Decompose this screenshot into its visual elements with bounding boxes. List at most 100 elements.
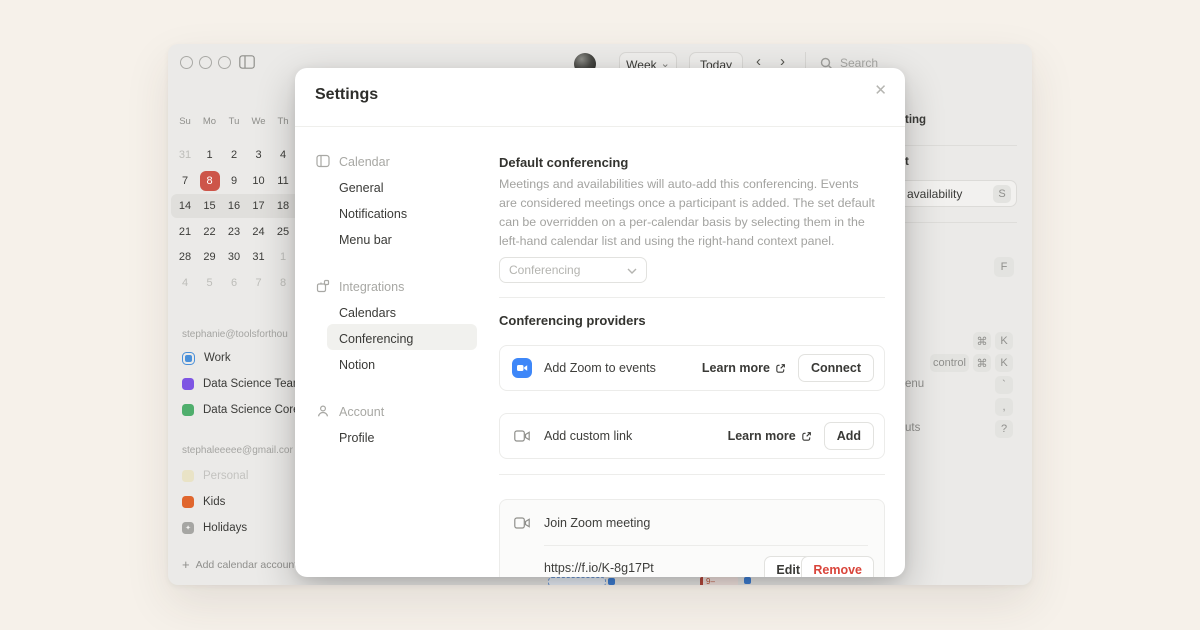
add-calendar-account-button[interactable]: + Add calendar account [182, 559, 297, 571]
calendar-day[interactable]: 4 [271, 145, 295, 165]
close-window-button[interactable] [180, 56, 193, 69]
provider-card-custom-link: Add custom link Learn more Add [499, 413, 885, 459]
providers-heading: Conferencing providers [499, 313, 646, 328]
backtick-key: ` [995, 376, 1013, 394]
nav-item-conferencing[interactable]: Conferencing [339, 332, 413, 346]
provider-card-zoom: Add Zoom to events Learn more Connect [499, 345, 885, 391]
calendar-list-item-core[interactable]: Data Science Core [182, 402, 300, 418]
provider-label: Join Zoom meeting [544, 516, 874, 530]
calendar-name: Kids [203, 496, 225, 508]
conferencing-select-placeholder: Conferencing [509, 263, 627, 277]
calendar-day[interactable]: 24 [247, 222, 271, 242]
minimize-window-button[interactable] [199, 56, 212, 69]
question-key: ? [995, 420, 1013, 438]
external-link-icon [801, 431, 812, 442]
calendar-list-item-holidays[interactable]: ✦ Holidays [182, 520, 247, 536]
panel-subheading-fragment: t [905, 156, 909, 168]
calendar-day[interactable]: 1 [198, 145, 222, 165]
calendar-day[interactable]: 6 [222, 273, 246, 293]
remove-button[interactable]: Remove [801, 556, 874, 577]
calendar-day[interactable]: 7 [173, 171, 197, 191]
learn-more-link[interactable]: Learn more [702, 361, 786, 375]
availability-row[interactable]: availability S [894, 180, 1017, 207]
shortcut-row: ` [995, 376, 1013, 394]
close-icon[interactable]: ✕ [874, 81, 887, 99]
account-email: stephanie@toolsforthou [182, 329, 298, 340]
calendar-day[interactable]: 5 [198, 273, 222, 293]
calendar-day[interactable]: 4 [173, 273, 197, 293]
shortcut-key-s: S [993, 185, 1011, 203]
conferencing-select[interactable]: Conferencing [499, 257, 647, 283]
kids-calendar-checkbox[interactable] [182, 496, 194, 508]
calendar-day[interactable]: 11 [271, 171, 295, 191]
calendar-day[interactable]: 30 [222, 247, 246, 267]
calendar-day[interactable]: 1 [271, 247, 295, 267]
provider-label: Add Zoom to events [544, 361, 690, 375]
calendar-day[interactable]: 9 [222, 171, 246, 191]
nav-item-notion[interactable]: Notion [339, 358, 375, 372]
shortcut-row: , [995, 398, 1013, 416]
core-calendar-checkbox[interactable] [182, 404, 194, 416]
event-icon-fragment [608, 578, 615, 585]
sidebar-toggle-icon[interactable] [239, 55, 255, 74]
nav-item-general[interactable]: General [339, 181, 383, 195]
availability-slot-fragment [548, 577, 606, 585]
add-button[interactable]: Add [824, 422, 874, 450]
k-key: K [995, 332, 1013, 350]
calendar-day[interactable]: 7 [247, 273, 271, 293]
calendar-app-window: Su Mo Tu We Th 31 1 2 3 4 7 8 9 10 11 14 [168, 44, 1032, 585]
calendar-day[interactable]: 21 [173, 222, 197, 242]
learn-more-link[interactable]: Learn more [728, 429, 812, 443]
calendar-day[interactable]: 28 [173, 247, 197, 267]
calendar-list-item-personal[interactable]: Personal [182, 468, 248, 484]
comma-key: , [995, 398, 1013, 416]
holidays-calendar-icon[interactable]: ✦ [182, 522, 194, 534]
person-icon [316, 404, 330, 418]
event-icon-fragment [744, 577, 751, 584]
calendar-day[interactable]: 8 [271, 273, 295, 293]
card-inner-divider [544, 545, 868, 546]
calendar-day[interactable]: 17 [247, 196, 271, 216]
connect-button[interactable]: Connect [798, 354, 874, 382]
modal-title: Settings [315, 86, 378, 104]
calendar-day[interactable]: 15 [198, 196, 222, 216]
shortcut-key-f: F [994, 257, 1014, 277]
calendar-day[interactable]: 16 [222, 196, 246, 216]
calendar-day[interactable]: 2 [222, 145, 246, 165]
calendar-day-today[interactable]: 8 [198, 171, 222, 191]
calendar-list-item-kids[interactable]: Kids [182, 494, 225, 510]
personal-calendar-checkbox[interactable] [182, 470, 194, 482]
nav-item-notifications[interactable]: Notifications [339, 207, 407, 221]
calendar-name: Data Science Core [203, 404, 300, 416]
calendar-day[interactable]: 18 [271, 196, 295, 216]
nav-item-menu-bar[interactable]: Menu bar [339, 233, 392, 247]
shortcut-row: control ⌘ K [930, 354, 1013, 372]
calendar-list-item-team[interactable]: Data Science Team [182, 376, 303, 392]
shortcut-label-fragment: uts [905, 422, 920, 434]
calendar-day[interactable]: 3 [247, 145, 271, 165]
calendar-day[interactable]: 29 [198, 247, 222, 267]
nav-item-profile[interactable]: Profile [339, 431, 374, 445]
calendar-day[interactable]: 25 [271, 222, 295, 242]
calendar-day[interactable]: 10 [247, 171, 271, 191]
command-key: ⌘ [973, 332, 991, 350]
external-link-icon [775, 363, 786, 374]
weekday-label: Th [271, 116, 295, 127]
zoom-logo-icon [512, 358, 532, 378]
calendar-list-item-work[interactable]: Work [182, 350, 231, 366]
zoom-window-button[interactable] [218, 56, 231, 69]
calendar-name: Work [204, 352, 231, 364]
work-calendar-checkbox[interactable] [182, 352, 195, 365]
shortcut-row: ? [995, 420, 1013, 438]
provider-label: Add custom link [544, 429, 716, 443]
k-key: K [995, 354, 1013, 372]
calendar-day[interactable]: 22 [198, 222, 222, 242]
calendar-day[interactable]: 31 [247, 247, 271, 267]
settings-modal: Settings ✕ Calendar General Notification… [295, 68, 905, 577]
calendar-day[interactable]: 31 [173, 145, 197, 165]
nav-item-calendars[interactable]: Calendars [339, 306, 396, 320]
team-calendar-checkbox[interactable] [182, 378, 194, 390]
calendar-day[interactable]: 14 [173, 196, 197, 216]
calendar-day[interactable]: 23 [222, 222, 246, 242]
plus-icon: + [182, 559, 190, 571]
